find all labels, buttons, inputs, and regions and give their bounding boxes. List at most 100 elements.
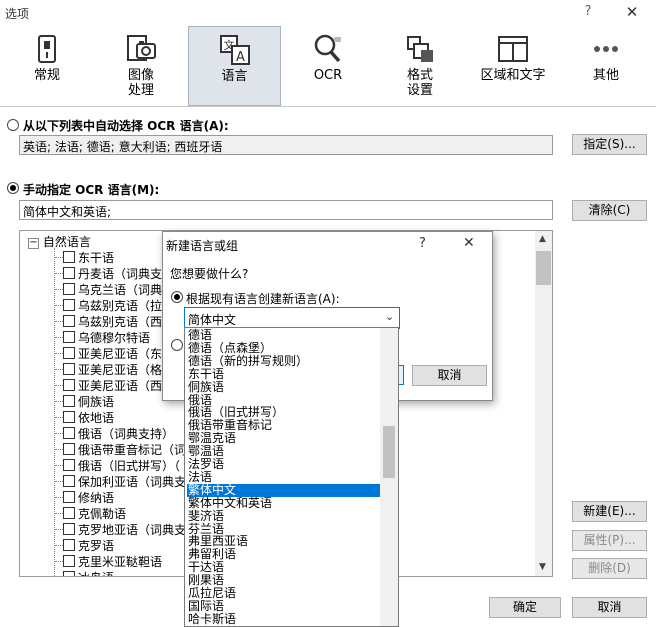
language-checkbox[interactable] (63, 491, 75, 503)
manual-select-radio[interactable] (7, 182, 19, 194)
scroll-up-icon[interactable]: ▲ (539, 234, 546, 244)
category-toolbar: 常规 图像 处理 文 A 语言 OCR 格式 设置 区域和文字 其他 (0, 26, 656, 106)
tree-item[interactable]: 亚美尼亚语（格 (78, 361, 162, 377)
language-checkbox[interactable] (63, 427, 75, 439)
tree-item[interactable]: 亚美尼亚语（东 (78, 345, 162, 361)
auto-select-radio[interactable] (7, 119, 19, 131)
tab-label-image-processing: 图像 处理 (127, 68, 154, 98)
tree-scroll-thumb[interactable] (536, 251, 551, 285)
dropdown-scrollbar[interactable] (380, 328, 398, 626)
tab-general[interactable]: 常规 (1, 26, 93, 106)
scroll-down-icon[interactable]: ▼ (539, 562, 546, 572)
tree-scrollbar[interactable]: ▲ ▼ (535, 231, 552, 576)
language-checkbox[interactable] (63, 459, 75, 471)
language-checkbox[interactable] (63, 331, 75, 343)
dropdown-item[interactable]: 法语 (187, 470, 381, 484)
dialog-title: 新建语言或组 (166, 239, 239, 253)
dialog-close-button[interactable]: ✕ (463, 235, 475, 251)
tab-region-text[interactable]: 区域和文字 (467, 26, 559, 106)
close-button[interactable]: ✕ (624, 3, 640, 21)
chevron-down-icon[interactable]: ⌄ (385, 310, 394, 323)
svg-text:A: A (236, 50, 245, 65)
language-checkbox[interactable] (63, 571, 75, 576)
tree-item[interactable]: 俄语带重音标记（词 (78, 441, 186, 457)
collapse-icon[interactable]: − (28, 238, 39, 249)
base-language-combo[interactable]: 简体中文 ⌄ (184, 307, 400, 329)
language-checkbox[interactable] (63, 475, 75, 487)
tree-item[interactable]: 俄语（旧式拼写）（ (78, 457, 180, 473)
language-checkbox[interactable] (63, 411, 75, 423)
ocr-magnifier-icon (314, 34, 341, 63)
delete-button[interactable]: 删除(D) (572, 558, 647, 579)
dropdown-item[interactable]: 繁体中文和英语 (187, 496, 381, 510)
cancel-button[interactable]: 取消 (572, 597, 647, 618)
tree-item[interactable]: 亚美尼亚语（西 (78, 377, 162, 393)
tree-root[interactable]: − 自然语言 (28, 233, 91, 249)
tree-item[interactable]: 侗族语 (78, 393, 114, 409)
language-checkbox[interactable] (63, 523, 75, 535)
dropdown-scroll-thumb[interactable] (383, 426, 395, 478)
clear-button[interactable]: 清除(C) (572, 200, 647, 221)
language-icon: 文 A (219, 35, 250, 65)
create-new-radio[interactable] (171, 339, 183, 351)
tree-item[interactable]: 克罗地亚语（词典支 (78, 521, 186, 537)
language-checkbox[interactable] (63, 299, 75, 311)
dropdown-item[interactable]: 繁体中文 (187, 483, 381, 497)
new-button[interactable]: 新建(E)... (572, 501, 647, 522)
tab-image-processing[interactable]: 图像 处理 (95, 26, 187, 106)
dropdown-item[interactable]: 德语（新的拼写规则） (187, 354, 381, 368)
dropdown-item[interactable]: 侗族语 (187, 380, 381, 394)
create-from-existing-radio[interactable] (171, 291, 183, 303)
language-dropdown-list[interactable]: 德语 德语（点森堡） 德语（新的拼写规则） 东干语 侗族语 俄语 俄语（旧式拼写） 俄语带重音… (184, 327, 399, 627)
tab-ocr[interactable]: OCR (283, 26, 373, 106)
tree-item[interactable]: 东干语 (78, 249, 114, 265)
dropdown-item[interactable]: 斐济语 (187, 509, 381, 523)
tree-item[interactable]: 修纳语 (78, 489, 114, 505)
tab-format-settings[interactable]: 格式 设置 (375, 26, 465, 106)
auto-languages-field: 英语; 法语; 德语; 意大利语; 西班牙语 (19, 135, 553, 155)
tab-language[interactable]: 文 A 语言 (188, 26, 281, 106)
dialog-help-button[interactable]: ? (419, 236, 426, 251)
language-checkbox[interactable] (63, 315, 75, 327)
tree-item[interactable]: 冰岛语 (78, 569, 114, 576)
language-checkbox[interactable] (63, 555, 75, 567)
language-checkbox[interactable] (63, 251, 75, 263)
tab-other[interactable]: 其他 (561, 26, 651, 106)
dropdown-item[interactable]: 国际语 (187, 599, 381, 613)
language-checkbox[interactable] (63, 267, 75, 279)
dropdown-item[interactable]: 德语（点森堡） (187, 341, 381, 355)
format-settings-icon (407, 36, 433, 62)
tree-item[interactable]: 保加利亚语（词典支 (78, 473, 186, 489)
ok-button-edge[interactable] (399, 365, 404, 385)
specify-button[interactable]: 指定(S)... (572, 134, 647, 155)
language-checkbox[interactable] (63, 347, 75, 359)
dropdown-item[interactable]: 法罗语 (187, 458, 381, 471)
dialog-cancel-button[interactable]: 取消 (412, 365, 487, 386)
tree-item[interactable]: 依地语 (78, 409, 114, 425)
language-checkbox[interactable] (63, 507, 75, 519)
tree-item[interactable]: 乌兹别克语（拉 (78, 297, 162, 313)
manual-languages-field[interactable]: 简体中文和英语; (19, 200, 553, 220)
tree-item[interactable]: 克罗语 (78, 537, 114, 553)
tree-item[interactable]: 克佩勒语 (78, 505, 126, 521)
tree-item[interactable]: 乌克兰语（词典 (78, 281, 162, 297)
tree-item[interactable]: 乌兹别克语（西 (78, 313, 162, 329)
region-window-icon (498, 36, 528, 62)
language-checkbox[interactable] (63, 379, 75, 391)
language-checkbox[interactable] (63, 395, 75, 407)
language-checkbox[interactable] (63, 443, 75, 455)
help-button[interactable]: ? (580, 4, 596, 22)
tree-item[interactable]: 丹麦语（词典支 (78, 265, 162, 281)
language-checkbox[interactable] (63, 363, 75, 375)
more-dots-icon (594, 46, 618, 52)
language-checkbox[interactable] (63, 283, 75, 295)
tree-item[interactable]: 乌德穆尔特语 (78, 329, 150, 345)
language-checkbox[interactable] (63, 539, 75, 551)
properties-button[interactable]: 属性(P)... (572, 530, 647, 551)
ok-button[interactable]: 确定 (489, 597, 561, 618)
dropdown-item[interactable]: 东干语 (187, 367, 381, 381)
tree-item[interactable]: 克里米亚鞑靼语 (78, 553, 162, 569)
tree-item[interactable]: 俄语（词典支持） (78, 425, 174, 441)
dropdown-item[interactable]: 哈卡斯语 (187, 612, 381, 626)
tab-label-format-settings: 格式 设置 (406, 68, 433, 98)
